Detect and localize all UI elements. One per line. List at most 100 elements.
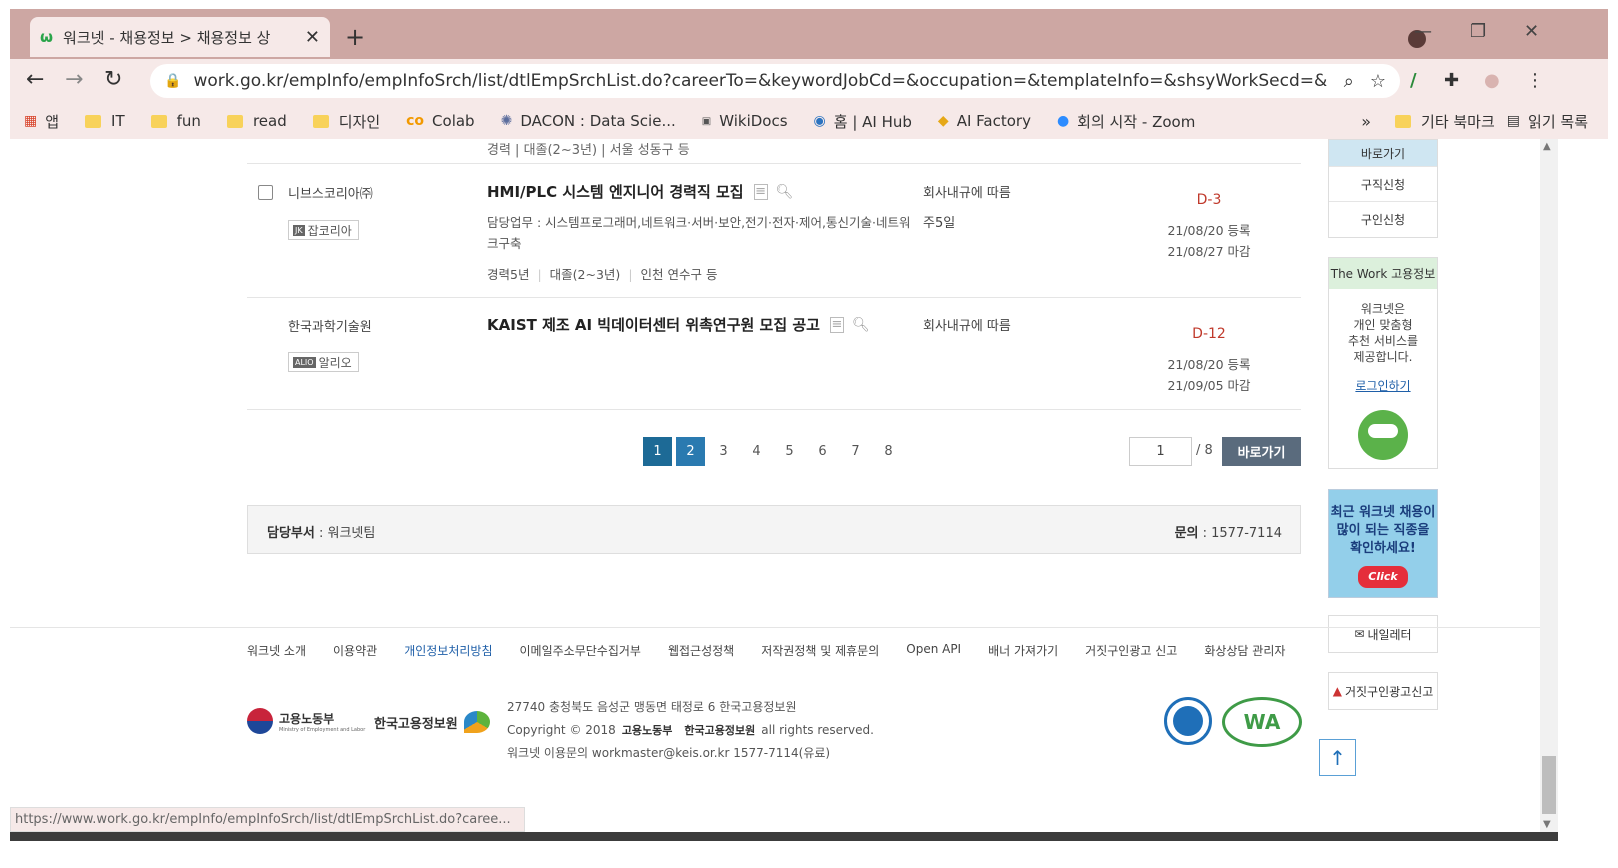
scroll-top-button[interactable]: ↑: [1319, 739, 1356, 776]
footer-link[interactable]: 이메일주소무단수집거부: [520, 642, 641, 659]
back-icon[interactable]: ←: [26, 67, 44, 92]
search-icon[interactable]: 🔍︎: [852, 317, 870, 333]
browser-toolbar: ← → ↻ 🔒 work.go.kr/empInfo/empInfoSrch/l…: [10, 59, 1608, 103]
page-total: / 8: [1196, 443, 1213, 458]
new-tab-icon[interactable]: +: [345, 23, 365, 51]
scroll-up-icon[interactable]: ▲: [1543, 141, 1551, 152]
bookmark-fun[interactable]: fun: [150, 112, 201, 130]
scrollbar-thumb[interactable]: [1542, 756, 1556, 814]
page-8[interactable]: 8: [874, 437, 903, 466]
browser-chrome: ω 워크넷 - 채용정보 > 채용정보 상 ✕ + — ❐ ✕ ← → ↻ 🔒 …: [10, 9, 1608, 139]
page-7[interactable]: 7: [841, 437, 870, 466]
salary: 회사내규에 따름: [923, 186, 1011, 201]
footer-link[interactable]: 거짓구인광고 신고: [1085, 642, 1177, 659]
bookmark-it[interactable]: IT: [85, 112, 125, 130]
minimize-icon[interactable]: —: [1414, 21, 1432, 42]
bookmark-wikidocs[interactable]: ▣ WikiDocs: [702, 112, 788, 130]
page-4[interactable]: 4: [742, 437, 771, 466]
moel-logo[interactable]: 고용노동부 Ministry of Employment and Labor: [247, 708, 365, 734]
footer-link[interactable]: 워크넷 소개: [247, 642, 306, 659]
taskbar: [10, 832, 1558, 841]
jobkorea-icon: JK: [293, 225, 305, 236]
job-title-link[interactable]: HMI/PLC 시스템 엔지니어 경력직 모집 ≡ 🔍︎: [487, 181, 793, 202]
page-content: 경력 | 대졸(2~3년) | 서울 성동구 등 니브스코리아㈜ JK 잡코리아…: [10, 139, 1558, 832]
bookmark-read[interactable]: read: [226, 112, 287, 130]
close-tab-icon[interactable]: ✕: [305, 27, 320, 48]
footer-link[interactable]: Open API: [906, 642, 961, 659]
newsletter-button[interactable]: ✉ 내일레터: [1328, 615, 1438, 653]
job-select-checkbox[interactable]: [258, 185, 273, 200]
job-dates: 21/08/20 등록 21/08/27 마감: [1167, 223, 1251, 259]
page-2[interactable]: 2: [676, 437, 705, 466]
bookmark-zoom[interactable]: ● 회의 시작 - Zoom: [1057, 111, 1195, 132]
quick-goto[interactable]: 바로가기: [1329, 140, 1437, 167]
quick-job-seek[interactable]: 구직신청: [1329, 167, 1437, 202]
scroll-down-icon[interactable]: ▼: [1543, 819, 1551, 830]
vertical-scrollbar[interactable]: ▲ ▼: [1540, 139, 1558, 832]
web-accessibility-mark-icon: WA: [1222, 697, 1302, 747]
page-6[interactable]: 6: [808, 437, 837, 466]
reading-list[interactable]: ▤ 읽기 목록: [1507, 111, 1588, 132]
bookmark-apps[interactable]: ▦ 앱: [24, 111, 59, 132]
browser-menu-icon[interactable]: ⋮: [1526, 70, 1544, 91]
page-5[interactable]: 5: [775, 437, 804, 466]
forward-icon[interactable]: →: [65, 67, 83, 92]
folder-icon: [85, 114, 102, 128]
zoom-icon[interactable]: ⌕: [1344, 71, 1354, 92]
tab-title: 워크넷 - 채용정보 > 채용정보 상: [63, 28, 271, 47]
footer-link[interactable]: 화상상담 관리자: [1204, 642, 1285, 659]
page-number-input[interactable]: 1: [1129, 437, 1192, 466]
avatar[interactable]: ●: [1484, 70, 1500, 91]
goto-page-button[interactable]: 바로가기: [1222, 437, 1301, 466]
bookmark-star-icon[interactable]: ☆: [1370, 71, 1386, 92]
company-name[interactable]: 니브스코리아㈜: [288, 183, 373, 202]
footer-link[interactable]: 웹접근성정책: [668, 642, 734, 659]
bookmark-colab[interactable]: co Colab: [406, 112, 474, 130]
footer-link[interactable]: 배너 가져가기: [988, 642, 1058, 659]
zoom-app-icon: ●: [1056, 113, 1070, 129]
banner-text: 최근 워크넷 채용이 많이 되는 직종을 확인하세요!: [1330, 505, 1436, 556]
thework-heading: The Work 고용정보: [1329, 258, 1437, 289]
login-link[interactable]: 로그인하기: [1329, 377, 1437, 394]
d-day-badge: D-12: [1192, 326, 1226, 342]
banner-click-button[interactable]: Click: [1358, 566, 1408, 588]
footer-link[interactable]: 저작권정책 및 제휴문의: [761, 642, 879, 659]
job-title-link[interactable]: KAIST 제조 AI 빅데이터센터 위촉연구원 모집 공고 ≡ 🔍︎: [487, 314, 870, 335]
keis-logo[interactable]: 한국고용정보원: [374, 711, 490, 733]
bookmark-aifactory[interactable]: ◆ AI Factory: [938, 112, 1031, 130]
mascot-image: [1358, 410, 1408, 460]
document-icon[interactable]: ≡: [753, 183, 768, 200]
reload-icon[interactable]: ↻: [104, 67, 122, 92]
bookmark-design[interactable]: 디자인: [312, 111, 380, 132]
job-conditions: 경력5년 | 대졸(2~3년) | 인천 연수구 등: [487, 267, 718, 282]
bookmark-dacon[interactable]: ✺ DACON : Data Scie...: [501, 112, 676, 130]
source-badge: ALIO 알리오: [288, 352, 359, 372]
aihub-icon: ◉: [813, 113, 826, 129]
restore-icon[interactable]: ❐: [1470, 21, 1486, 42]
folder-icon: [312, 114, 329, 128]
extensions-puzzle-icon[interactable]: ✚: [1444, 70, 1459, 91]
bookmarks-right: » 기타 북마크 ▤ 읽기 목록: [1361, 103, 1588, 139]
page-3[interactable]: 3: [709, 437, 738, 466]
contact-value: : 1577-7114: [1198, 526, 1282, 541]
search-icon[interactable]: 🔍︎: [776, 184, 794, 200]
browser-tab[interactable]: ω 워크넷 - 채용정보 > 채용정보 상 ✕: [30, 17, 330, 57]
fake-ad-report-button[interactable]: ▲ 거짓구인광고신고: [1328, 672, 1438, 710]
footer-link[interactable]: 이용약관: [333, 642, 377, 659]
company-name[interactable]: 한국과학기술원: [288, 316, 372, 335]
bookmark-aihub[interactable]: ◉ 홈 | AI Hub: [814, 111, 912, 132]
other-bookmarks[interactable]: 기타 북마크: [1395, 111, 1495, 132]
recommend-banner[interactable]: 최근 워크넷 채용이 많이 되는 직종을 확인하세요! Click: [1328, 489, 1438, 598]
quick-job-offer[interactable]: 구인신청: [1329, 202, 1437, 237]
window-close-icon[interactable]: ✕: [1524, 21, 1539, 42]
bookmarks-overflow-icon[interactable]: »: [1361, 112, 1371, 131]
address-bar[interactable]: 🔒 work.go.kr/empInfo/empInfoSrch/list/dt…: [150, 64, 1400, 98]
folder-icon: [1395, 114, 1412, 128]
footer-address: 27740 충청북도 음성군 맹동면 태정로 6 한국고용정보원 Copyrig…: [507, 700, 874, 760]
page-1[interactable]: 1: [643, 437, 672, 466]
footer-link-privacy[interactable]: 개인정보처리방침: [404, 642, 492, 659]
prev-job-cond: 경력 | 대졸(2~3년) | 서울 성동구 등: [487, 143, 690, 158]
document-icon[interactable]: ≡: [829, 316, 844, 333]
extension-slash-icon[interactable]: /: [1410, 70, 1417, 91]
taeguk-icon: [247, 708, 273, 734]
